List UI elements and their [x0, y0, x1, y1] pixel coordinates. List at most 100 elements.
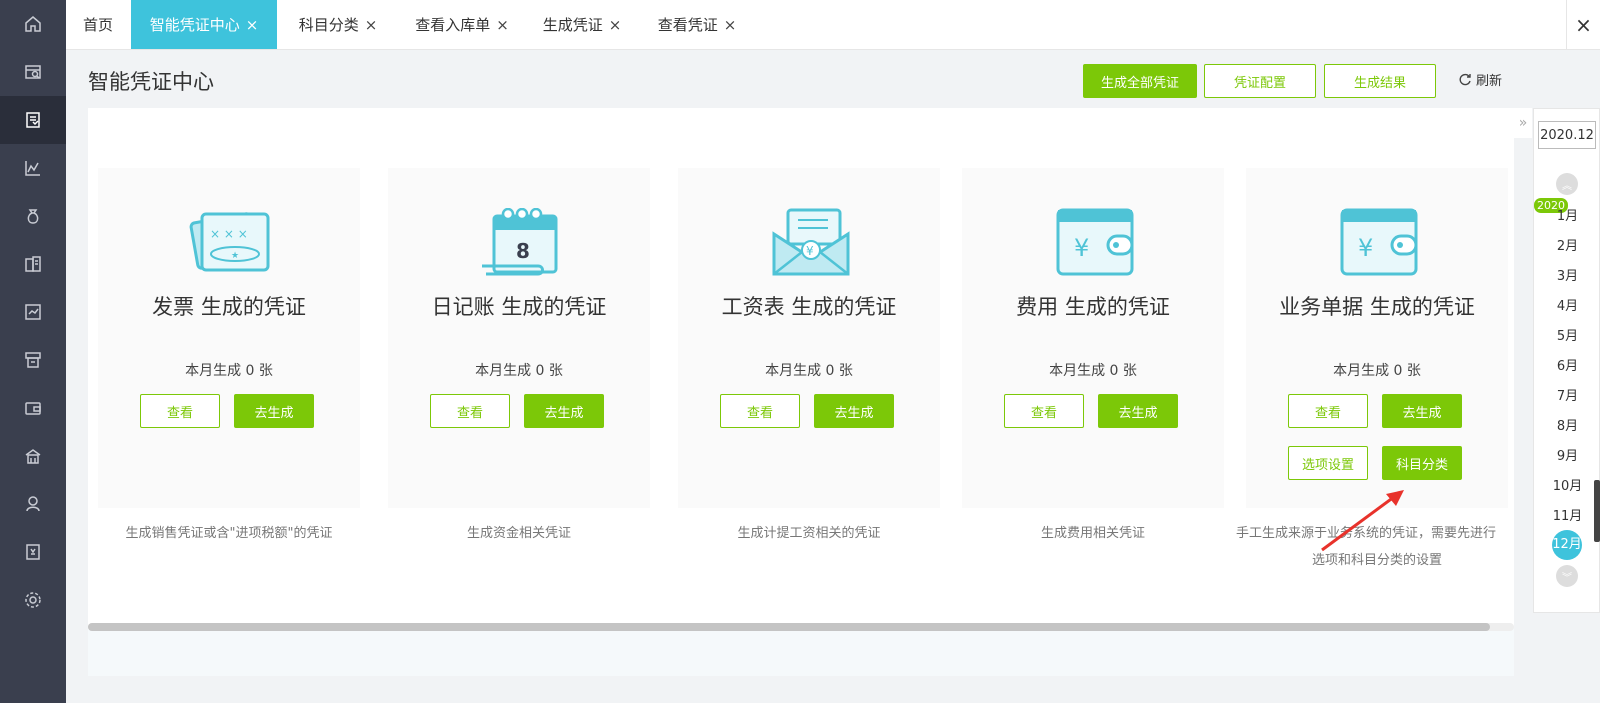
svg-text:¥: ¥	[1358, 234, 1373, 262]
close-icon[interactable]: ×	[724, 16, 737, 34]
voucher-config-button[interactable]: 凭证配置	[1204, 64, 1316, 98]
month-11[interactable]: 11月	[1534, 505, 1600, 524]
refresh-label: 刷新	[1476, 74, 1503, 89]
wallet-icon[interactable]	[0, 384, 66, 432]
month-5[interactable]: 5月	[1534, 325, 1600, 344]
svg-text:× × ×: × × ×	[210, 227, 248, 241]
home-icon[interactable]	[0, 0, 66, 48]
edge-handle[interactable]	[1594, 480, 1600, 542]
horizontal-scrollbar-thumb[interactable]	[88, 623, 1490, 631]
generate-all-button[interactable]: 生成全部凭证	[1083, 64, 1197, 98]
generate-button[interactable]: 去生成	[234, 394, 314, 428]
card-title: 发票 生成的凭证	[152, 295, 306, 319]
invoice-voucher-card: × × × ★ 发票 生成的凭证 本月生成 0 张 查看 去生成	[98, 168, 360, 508]
scroll-up-icon[interactable]: ︽	[1556, 173, 1578, 195]
svg-text:8: 8	[516, 239, 530, 263]
card-title: 费用 生成的凭证	[1016, 295, 1170, 319]
close-window-icon[interactable]: ×	[1566, 0, 1600, 50]
svg-text:¥: ¥	[806, 244, 814, 258]
close-icon[interactable]: ×	[609, 16, 622, 34]
business-doc-voucher-card: ¥ 业务单据 生成的凭证 本月生成 0 张 查看 去生成 选项设置 科目分类	[1246, 168, 1508, 508]
building-icon[interactable]	[0, 432, 66, 480]
annotation-arrow-icon	[1321, 490, 1404, 552]
generate-button[interactable]: 去生成	[1098, 394, 1178, 428]
month-8[interactable]: 8月	[1534, 415, 1600, 434]
month-1[interactable]: 1月	[1534, 205, 1600, 224]
refresh-button[interactable]: 刷新	[1458, 70, 1502, 89]
ledger-icon[interactable]	[0, 240, 66, 288]
tab-bar: 首页 智能凭证中心 × 科目分类 × 查看入库单 × 生成凭证 × 查看凭证 ×…	[66, 0, 1600, 50]
search-report-icon[interactable]	[0, 48, 66, 96]
month-12-selected[interactable]: 12月	[1552, 530, 1582, 560]
card-title: 日记账 生成的凭证	[431, 295, 607, 319]
close-icon[interactable]: ×	[365, 16, 378, 34]
period-input[interactable]: 2020.12	[1538, 121, 1596, 149]
journal-calendar-icon: 8	[482, 208, 558, 276]
tab-subject-category[interactable]: 科目分类 ×	[288, 0, 388, 49]
month-3[interactable]: 3月	[1534, 265, 1600, 284]
card-description: 生成资金相关凭证	[466, 526, 571, 541]
chart-icon[interactable]	[0, 144, 66, 192]
scroll-down-icon[interactable]: ︾	[1556, 565, 1578, 587]
refresh-icon	[1459, 73, 1471, 85]
close-icon[interactable]: ×	[496, 16, 509, 34]
view-button[interactable]: 查看	[140, 394, 220, 428]
tab-view-voucher[interactable]: 查看凭证 ×	[649, 0, 745, 49]
card-description: 生成计提工资相关的凭证	[737, 526, 881, 541]
generate-button[interactable]: 去生成	[814, 394, 894, 428]
tab-label: 查看入库单	[415, 16, 491, 34]
card-description: 生成销售凭证或含"进项税额"的凭证	[125, 526, 333, 541]
card-description: 生成费用相关凭证	[1040, 526, 1145, 541]
generate-result-button[interactable]: 生成结果	[1324, 64, 1436, 98]
tab-label: 智能凭证中心	[149, 16, 240, 34]
expense-wallet-icon: ¥	[1056, 208, 1134, 276]
money-bag-icon[interactable]	[0, 192, 66, 240]
month-10[interactable]: 10月	[1534, 475, 1600, 494]
month-6[interactable]: 6月	[1534, 355, 1600, 374]
month-9[interactable]: 9月	[1534, 445, 1600, 464]
tab-label: 查看凭证	[657, 16, 718, 34]
analytics-icon[interactable]	[0, 288, 66, 336]
tax-icon[interactable]	[0, 480, 66, 528]
svg-text:¥: ¥	[1074, 234, 1089, 262]
gear-icon[interactable]	[0, 576, 66, 624]
month-7[interactable]: 7月	[1534, 385, 1600, 404]
tab-label: 生成凭证	[542, 16, 603, 34]
monthly-count: 本月生成 0 张	[1049, 363, 1137, 379]
voucher-source-panel: × × × ★ 发票 生成的凭证 本月生成 0 张 查看 去生成 生成销售凭证或…	[88, 108, 1514, 676]
close-icon[interactable]: ×	[246, 16, 259, 34]
voucher-icon[interactable]	[0, 96, 66, 144]
tab-home[interactable]: 首页	[66, 0, 130, 49]
tab-generate-voucher[interactable]: 生成凭证 ×	[534, 0, 630, 49]
left-sidebar	[0, 0, 66, 703]
salary-envelope-icon: ¥	[772, 208, 850, 276]
period-calendar: 2020.12 ︽ 2020 1月 2月 3月 4月 5月 6月 7月 8月 9…	[1533, 108, 1600, 613]
month-2[interactable]: 2月	[1534, 235, 1600, 254]
expense-voucher-card: ¥ 费用 生成的凭证 本月生成 0 张 查看 去生成	[962, 168, 1224, 508]
monthly-count: 本月生成 0 张	[185, 363, 273, 379]
svg-text:★: ★	[231, 251, 239, 261]
subject-category-button[interactable]: 科目分类	[1382, 446, 1462, 480]
view-button[interactable]: 查看	[720, 394, 800, 428]
generate-button[interactable]: 去生成	[1382, 394, 1462, 428]
view-button[interactable]: 查看	[1004, 394, 1084, 428]
view-button[interactable]: 查看	[430, 394, 510, 428]
page-title: 智能凭证中心	[88, 70, 214, 94]
monthly-count: 本月生成 0 张	[1333, 363, 1421, 379]
invoice-icon[interactable]	[0, 528, 66, 576]
month-4[interactable]: 4月	[1534, 295, 1600, 314]
card-title: 业务单据 生成的凭证	[1279, 295, 1475, 319]
cashier-icon[interactable]	[0, 336, 66, 384]
invoice-card-icon: × × × ★	[189, 212, 270, 272]
tab-label: 科目分类	[298, 16, 359, 34]
tab-label: 首页	[82, 16, 113, 34]
tab-view-stock-in[interactable]: 查看入库单 ×	[406, 0, 518, 49]
panel-footer	[88, 628, 1514, 676]
business-wallet-icon: ¥	[1340, 208, 1418, 276]
generate-button[interactable]: 去生成	[524, 394, 604, 428]
option-settings-button[interactable]: 选项设置	[1288, 446, 1368, 480]
collapse-calendar-icon[interactable]: »	[1514, 108, 1532, 138]
tab-smart-voucher-center[interactable]: 智能凭证中心 ×	[131, 0, 277, 49]
view-button[interactable]: 查看	[1288, 394, 1368, 428]
journal-voucher-card: 8 日记账 生成的凭证 本月生成 0 张 查看 去生成	[388, 168, 650, 508]
